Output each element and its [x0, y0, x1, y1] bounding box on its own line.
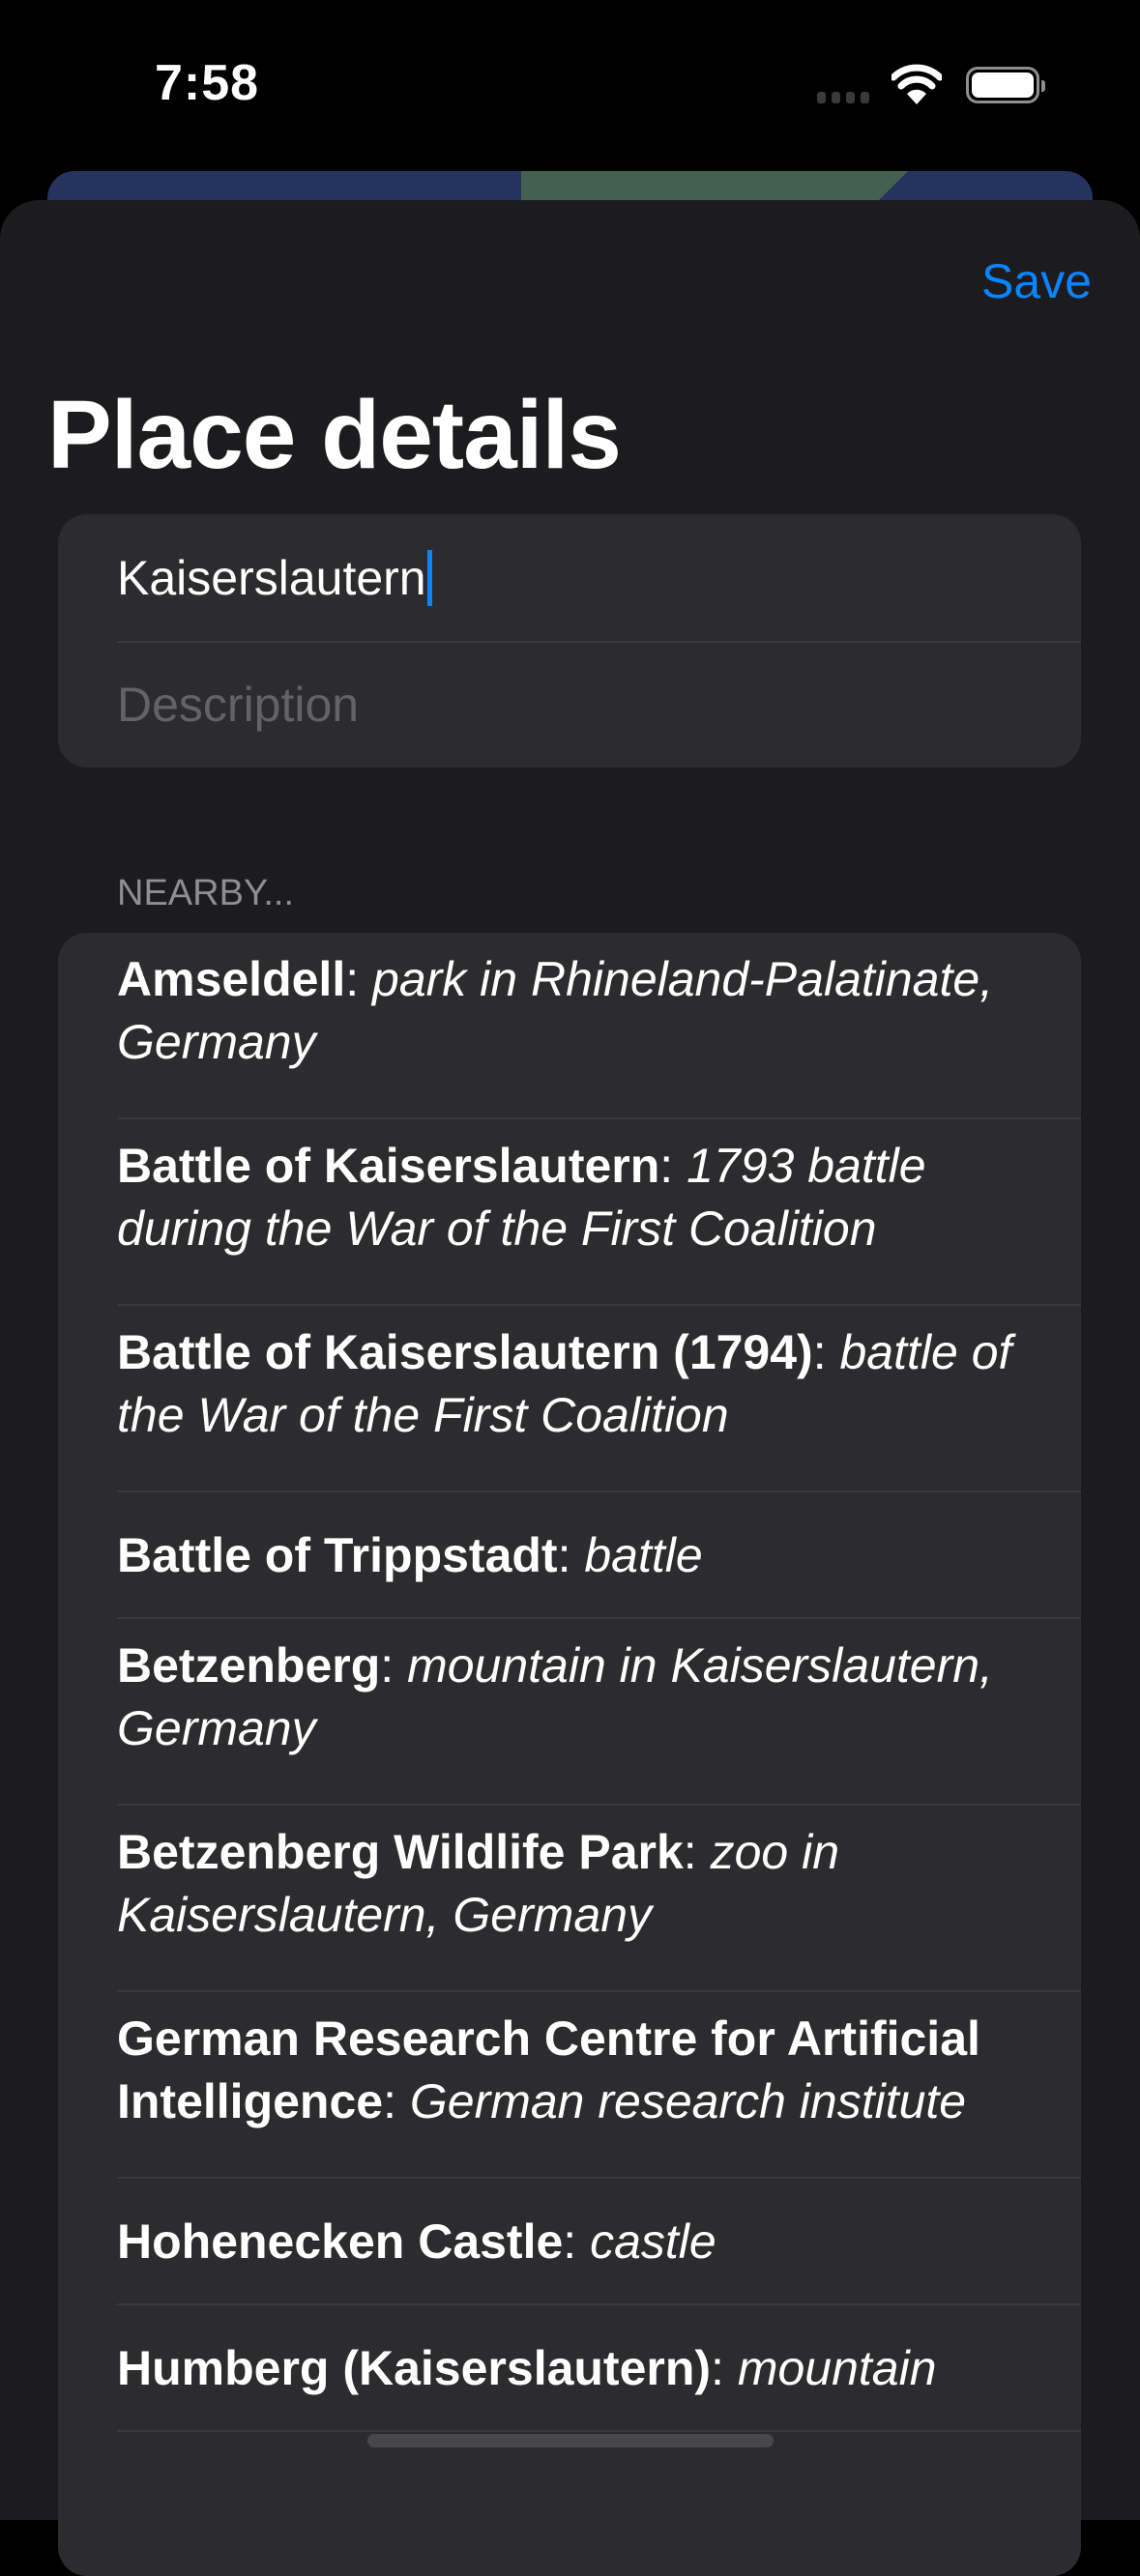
nearby-list-item[interactable]: Battle of Trippstadt: battle: [58, 1492, 1081, 1619]
place-name: Battle of Kaiserslautern (1794): [117, 1325, 813, 1379]
nearby-list: Amseldell: park in Rhineland-Palatinate,…: [58, 933, 1081, 2576]
place-name: Humberg (Kaiserslautern): [117, 2341, 712, 2395]
place-name: Battle of Trippstadt: [117, 1528, 558, 1582]
place-description: battle: [584, 1528, 703, 1582]
place-description: castle: [590, 2214, 716, 2269]
status-time: 7:58: [155, 55, 260, 111]
description-placeholder: Description: [117, 677, 360, 732]
battery-icon: [966, 67, 1045, 103]
name-field[interactable]: Kaiserslautern: [58, 514, 1081, 641]
place-form: Kaiserslautern Description: [58, 514, 1081, 767]
name-value: Kaiserslautern: [117, 550, 426, 605]
save-button[interactable]: Save: [981, 253, 1092, 309]
nearby-list-item[interactable]: Amseldell: park in Rhineland-Palatinate,…: [58, 933, 1081, 1119]
nearby-list-item[interactable]: Battle of Kaiserslautern (1794): battle …: [58, 1306, 1081, 1492]
place-name: Betzenberg: [117, 1638, 381, 1693]
place-name: Amseldell: [117, 952, 346, 1006]
home-indicator[interactable]: [367, 2434, 774, 2447]
nearby-list-item[interactable]: German Research Centre for Artificial In…: [58, 1992, 1081, 2179]
page-title: Place details: [47, 381, 622, 489]
place-name: Battle of Kaiserslautern: [117, 1139, 660, 1193]
nearby-list-item[interactable]: Betzenberg Wildlife Park: zoo in Kaisers…: [58, 1806, 1081, 1992]
nearby-section-header: NEARBY...: [117, 873, 295, 913]
nearby-list-item[interactable]: Betzenberg: mountain in Kaiserslautern, …: [58, 1619, 1081, 1806]
place-description: German research institute: [409, 2074, 967, 2128]
place-description: mountain: [737, 2341, 937, 2395]
nearby-list-item[interactable]: Hohenecken Castle: castle: [58, 2179, 1081, 2305]
nearby-list-item[interactable]: Humberg (Kaiserslautern): mountain: [58, 2305, 1081, 2432]
nearby-list-item[interactable]: Battle of Kaiserslautern: 1793 battle du…: [58, 1119, 1081, 1306]
place-name: Hohenecken Castle: [117, 2214, 564, 2269]
signal-icon: [817, 92, 869, 103]
place-name: Betzenberg Wildlife Park: [117, 1825, 684, 1879]
wifi-icon: [892, 64, 942, 104]
text-cursor: [426, 549, 432, 606]
description-field[interactable]: Description: [58, 641, 1081, 767]
